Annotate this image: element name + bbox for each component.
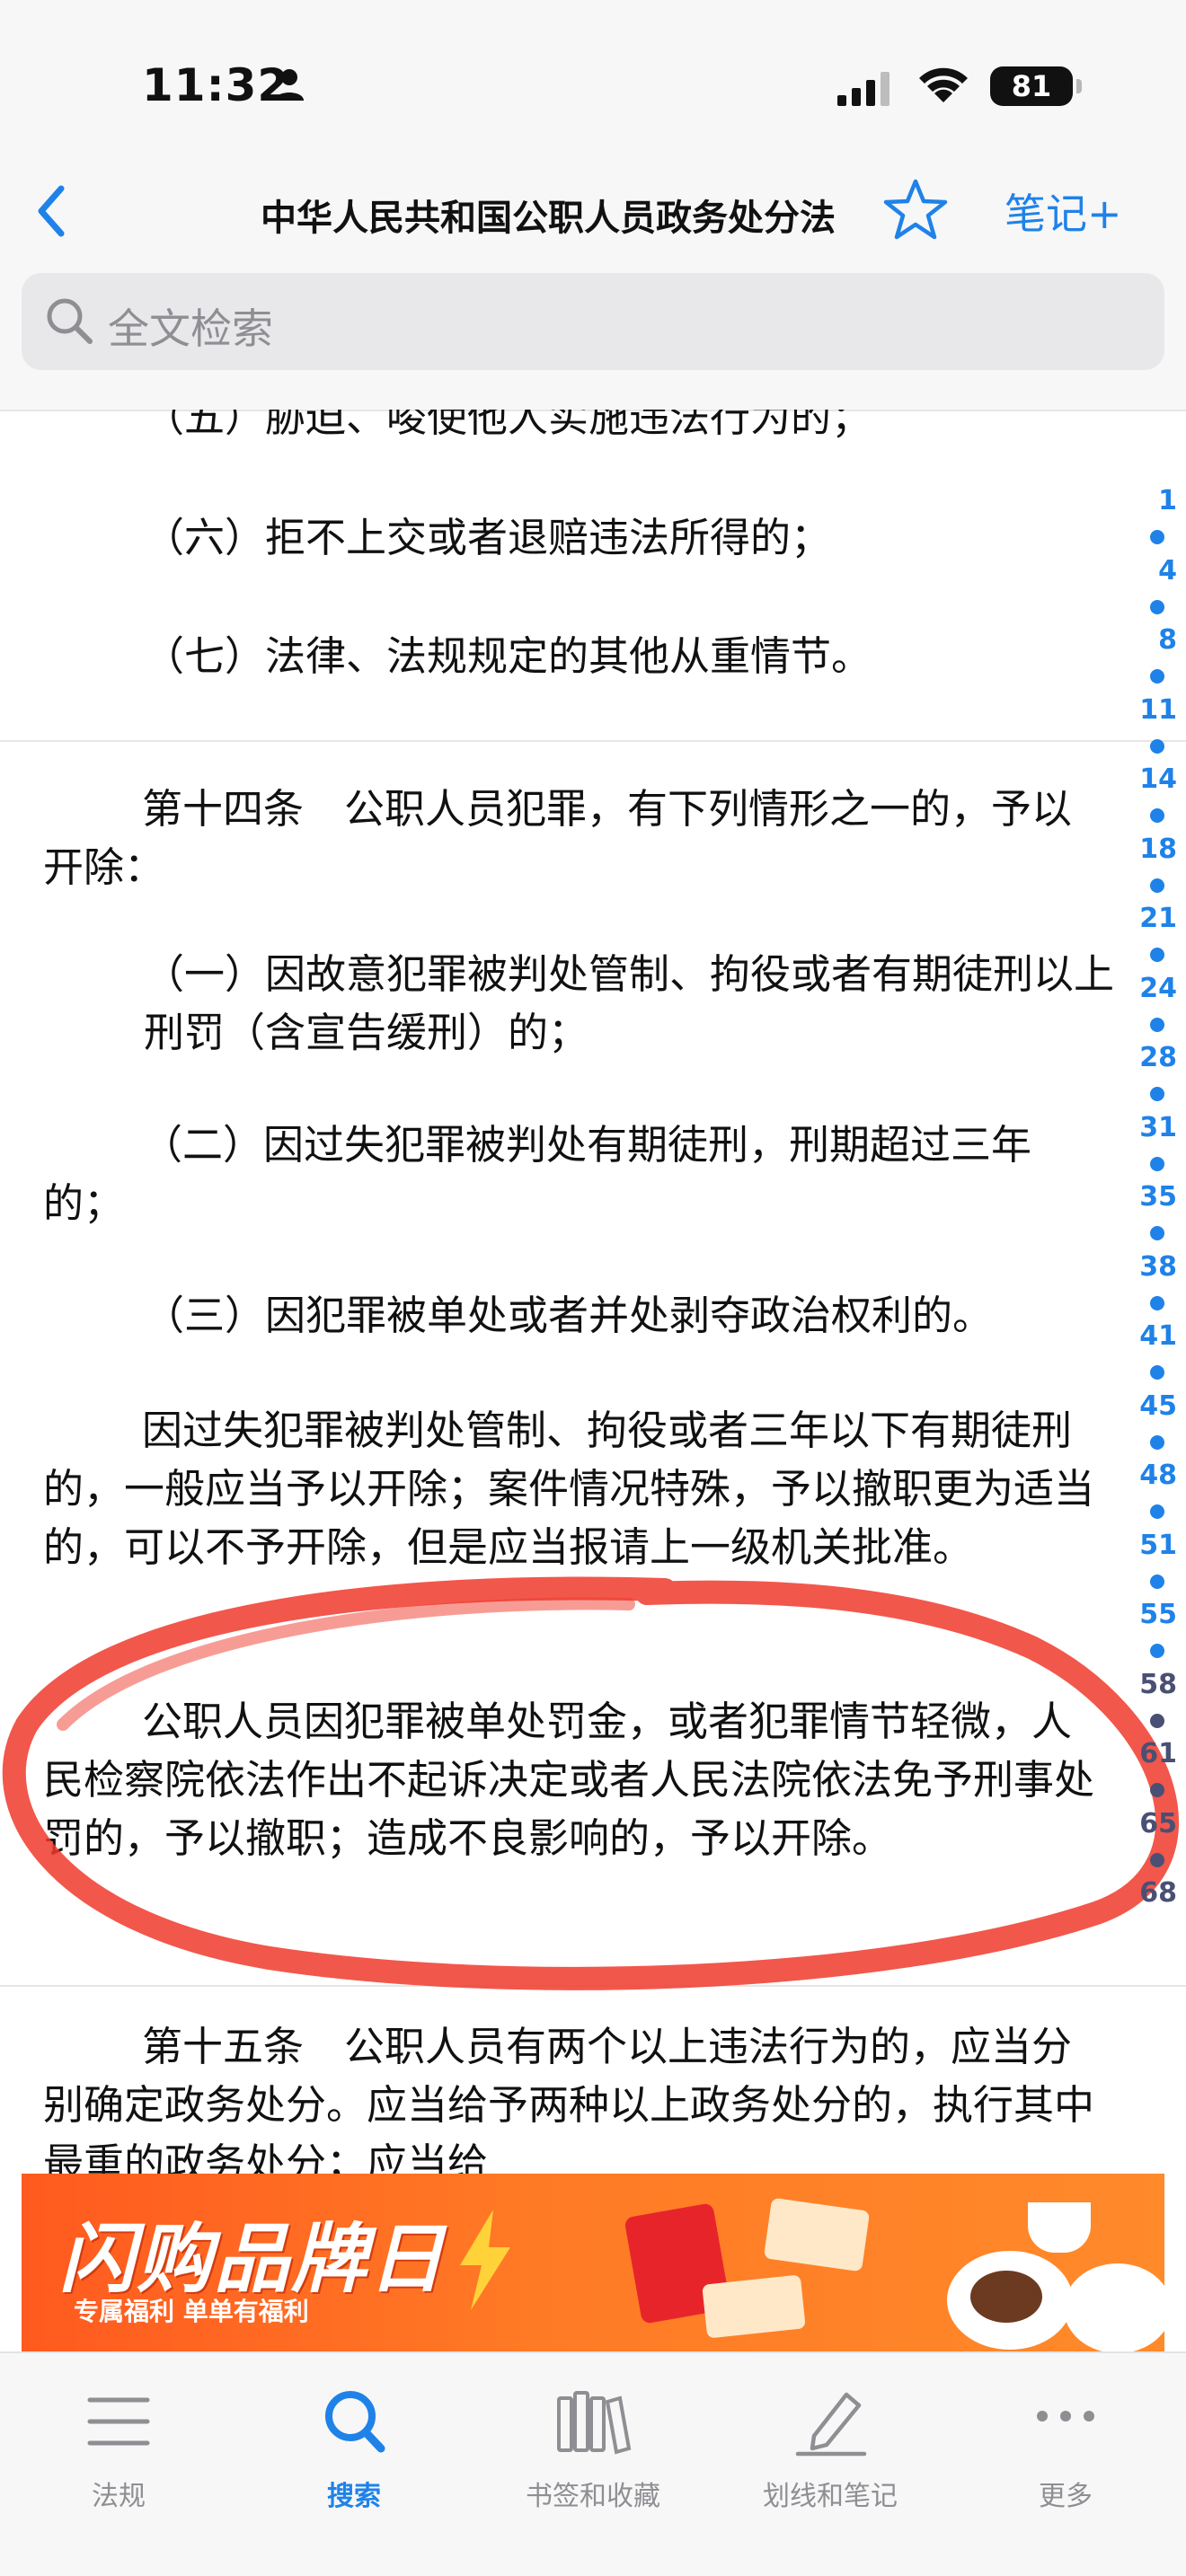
coffee-cup-icon <box>1028 2202 1091 2253</box>
index-number[interactable]: 58 <box>1123 1669 1177 1700</box>
index-number[interactable]: 35 <box>1123 1181 1177 1213</box>
index-dot[interactable] <box>1150 1783 1164 1797</box>
divider <box>0 1985 1186 1987</box>
index-dot[interactable] <box>1150 1713 1164 1728</box>
index-dot[interactable] <box>1150 1644 1164 1658</box>
index-number[interactable]: 4 <box>1123 555 1177 587</box>
ad-banner[interactable]: 闪购品牌日 专属福利 单单有福利 <box>22 2174 1164 2351</box>
index-number[interactable]: 21 <box>1123 903 1177 934</box>
index-number[interactable]: 48 <box>1123 1460 1177 1491</box>
menu-icon <box>87 2397 150 2446</box>
cellular-signal-icon <box>837 72 890 106</box>
index-dot[interactable] <box>1150 1365 1164 1380</box>
index-number[interactable]: 31 <box>1123 1112 1177 1143</box>
index-dot[interactable] <box>1150 808 1164 823</box>
index-number[interactable]: 8 <box>1123 624 1177 656</box>
index-dot[interactable] <box>1150 669 1164 684</box>
tab-label: 搜索 <box>327 2481 381 2512</box>
coupon-icon <box>702 2274 806 2339</box>
status-time: 11:32 <box>142 59 290 111</box>
article-15-heading: 第十五条 公职人员有两个以上违法行为的，应当分别确定政务处分。应当给予两种以上政… <box>43 2023 1095 2174</box>
clause-item: （一）因故意犯罪被判处管制、拘役或者有期徒刑以上刑罚（含宣告缓刑）的； <box>144 950 1115 1056</box>
food-plate-icon <box>947 2251 1073 2350</box>
tab-search[interactable]: 搜索 <box>264 2380 444 2524</box>
section-index-rail[interactable]: 1 4 8 11 14 18 21 24 28 31 35 38 41 45 48 51 55 58 61 65 68 <box>1128 485 1186 1922</box>
pencil-icon <box>795 2392 867 2457</box>
search-input[interactable]: 全文检索 <box>22 273 1164 370</box>
index-dot[interactable] <box>1150 1017 1164 1032</box>
index-dot[interactable] <box>1150 1852 1164 1867</box>
index-number[interactable]: 1 <box>1123 485 1177 516</box>
index-number[interactable]: 65 <box>1123 1808 1177 1839</box>
index-number[interactable]: 14 <box>1123 763 1177 795</box>
tab-highlights[interactable]: 划线和笔记 <box>740 2380 920 2524</box>
more-icon <box>1037 2411 1094 2422</box>
tab-label: 书签和收藏 <box>526 2481 660 2512</box>
status-bar: 11:32 81 <box>0 0 1186 171</box>
index-dot[interactable] <box>1150 530 1164 544</box>
battery-indicator: 81 <box>990 66 1082 106</box>
clause-item: （七）法律、法规规定的其他从重情节。 <box>144 632 872 680</box>
index-dot[interactable] <box>1150 738 1164 754</box>
index-number[interactable]: 45 <box>1123 1390 1177 1422</box>
search-icon <box>47 298 93 344</box>
highlighted-paragraph: 公职人员因犯罪被单处罚金，或者犯罪情节轻微，人民检察院依法作出不起诉决定或者人民… <box>43 1698 1095 1862</box>
ad-subtitle: 专属福利 单单有福利 <box>74 2297 309 2326</box>
law-text-content[interactable]: （五）胁迫、唆使他人实施违法行为的； （六）拒不上交或者退赔违法所得的； （七）… <box>0 410 1186 2174</box>
clause-item: （六）拒不上交或者退赔违法所得的； <box>144 514 832 561</box>
index-dot[interactable] <box>1150 1226 1164 1240</box>
page-title: 中华人民共和国公职人员政务处分法 <box>261 198 836 239</box>
index-number[interactable]: 41 <box>1123 1320 1177 1352</box>
index-dot[interactable] <box>1150 1087 1164 1101</box>
index-dot[interactable] <box>1150 599 1164 614</box>
tab-bookmarks[interactable]: 书签和收藏 <box>503 2380 683 2524</box>
index-dot[interactable] <box>1150 1295 1164 1310</box>
star-icon[interactable] <box>882 176 949 243</box>
food-plate-icon <box>1064 2263 1164 2351</box>
divider <box>0 740 1186 742</box>
index-number[interactable]: 68 <box>1123 1877 1177 1909</box>
paragraph: 因过失犯罪被判处管制、拘役或者三年以下有期徒刑的，一般应当予以开除；案件情况特殊… <box>43 1407 1095 1571</box>
index-number[interactable]: 38 <box>1123 1251 1177 1283</box>
lightning-icon <box>460 2210 510 2310</box>
index-dot[interactable] <box>1150 1574 1164 1589</box>
index-number[interactable]: 18 <box>1123 834 1177 865</box>
index-number[interactable]: 24 <box>1123 973 1177 1004</box>
index-dot[interactable] <box>1150 948 1164 962</box>
tab-laws[interactable]: 法规 <box>29 2380 208 2524</box>
wifi-icon <box>919 67 968 102</box>
clause-item: （二）因过失犯罪被判处有期徒刑，刑期超过三年的； <box>43 1121 1032 1227</box>
tab-label: 划线和笔记 <box>763 2481 898 2512</box>
clause-item: （五）胁迫、唆使他人实施违法行为的； <box>144 410 872 441</box>
index-number[interactable]: 51 <box>1123 1530 1177 1561</box>
ad-title: 闪购品牌日 <box>59 2215 447 2303</box>
tab-more[interactable]: 更多 <box>976 2380 1155 2524</box>
person-icon <box>275 69 304 101</box>
index-number[interactable]: 55 <box>1123 1599 1177 1630</box>
tab-bar: 法规 搜索 书签和收藏 划线和笔记 更多 <box>0 2351 1186 2576</box>
tab-label: 法规 <box>92 2481 146 2512</box>
index-dot[interactable] <box>1150 878 1164 893</box>
coupon-icon <box>763 2197 871 2272</box>
index-dot[interactable] <box>1150 1434 1164 1450</box>
back-chevron-icon[interactable] <box>31 180 70 243</box>
article-14-heading: 第十四条 公职人员犯罪，有下列情形之一的，予以开除： <box>43 785 1073 891</box>
search-icon <box>325 2391 385 2453</box>
tab-label: 更多 <box>1039 2481 1093 2512</box>
index-number[interactable]: 28 <box>1123 1042 1177 1073</box>
search-placeholder: 全文检索 <box>108 304 273 353</box>
add-note-button[interactable]: 笔记+ <box>1005 181 1122 241</box>
index-number[interactable]: 61 <box>1123 1738 1177 1769</box>
index-dot[interactable] <box>1150 1504 1164 1519</box>
index-number[interactable]: 11 <box>1123 694 1177 726</box>
books-icon <box>557 2391 632 2455</box>
clause-item: （三）因犯罪被单处或者并处剥夺政治权利的。 <box>144 1292 994 1339</box>
index-dot[interactable] <box>1150 1156 1164 1171</box>
